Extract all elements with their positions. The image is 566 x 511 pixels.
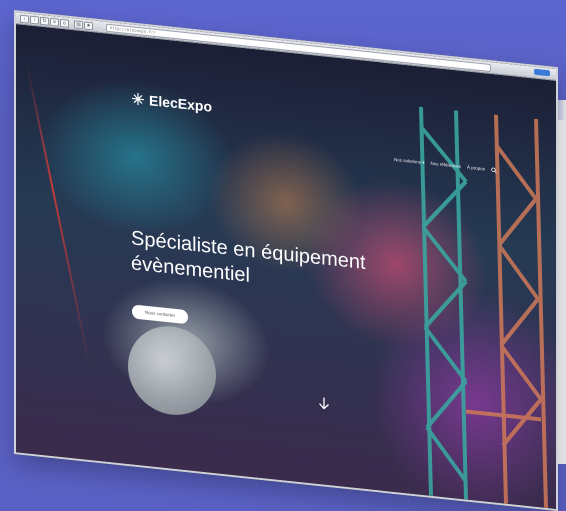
decorative-light-circle	[128, 321, 216, 420]
bookmark-icon[interactable]: ★	[84, 21, 93, 31]
stop-icon[interactable]: ×	[50, 17, 59, 27]
back-icon[interactable]: ‹	[20, 14, 29, 24]
site-logo[interactable]: ElecExpo	[131, 90, 212, 115]
print-icon[interactable]: ▤	[74, 20, 83, 30]
arrow-down-icon[interactable]	[318, 396, 330, 411]
go-button[interactable]	[534, 68, 550, 77]
forward-icon[interactable]: ›	[30, 15, 39, 25]
search-icon[interactable]	[491, 167, 497, 174]
hero-title: Spécialiste en équipement évènementiel	[131, 226, 391, 303]
web-page: ElecExpo Nos solutions ▾ Nos références …	[16, 24, 556, 509]
home-icon[interactable]: ⌂	[60, 18, 69, 28]
contact-button[interactable]: Nous contacter	[132, 304, 188, 325]
browser-window: ‹ › ↻ × ⌂ ▤ ★ http://elecexpo.fr/ ElecEx…	[14, 10, 558, 511]
logo-text: ElecExpo	[149, 92, 213, 115]
spark-plug-icon	[132, 92, 144, 106]
reload-icon[interactable]: ↻	[40, 16, 49, 26]
decorative-light-beam	[26, 65, 91, 366]
